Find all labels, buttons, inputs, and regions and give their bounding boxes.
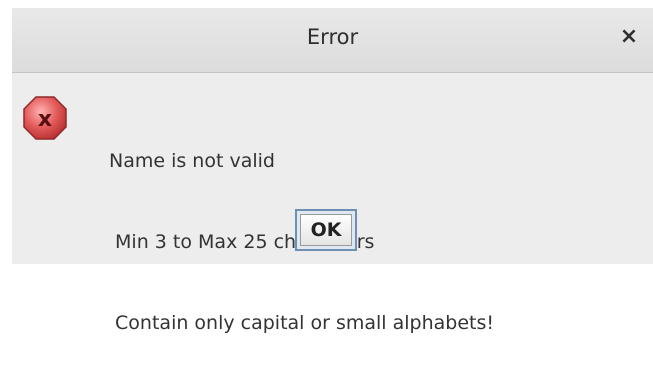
dialog-titlebar[interactable]: Error × — [12, 8, 653, 73]
error-x-octagon-icon: x — [22, 95, 68, 141]
message-line-3: Contain only capital or small alphabets! — [109, 312, 495, 334]
ok-button-label: OK — [300, 214, 352, 246]
svg-text:x: x — [38, 107, 52, 132]
error-dialog: Error × x Name is not valid Min 3 to Max… — [12, 8, 653, 334]
message-line-1: Name is not valid — [109, 150, 275, 172]
close-icon[interactable]: × — [614, 22, 644, 52]
dialog-title: Error — [306, 25, 359, 49]
ok-button[interactable]: OK — [295, 209, 357, 251]
